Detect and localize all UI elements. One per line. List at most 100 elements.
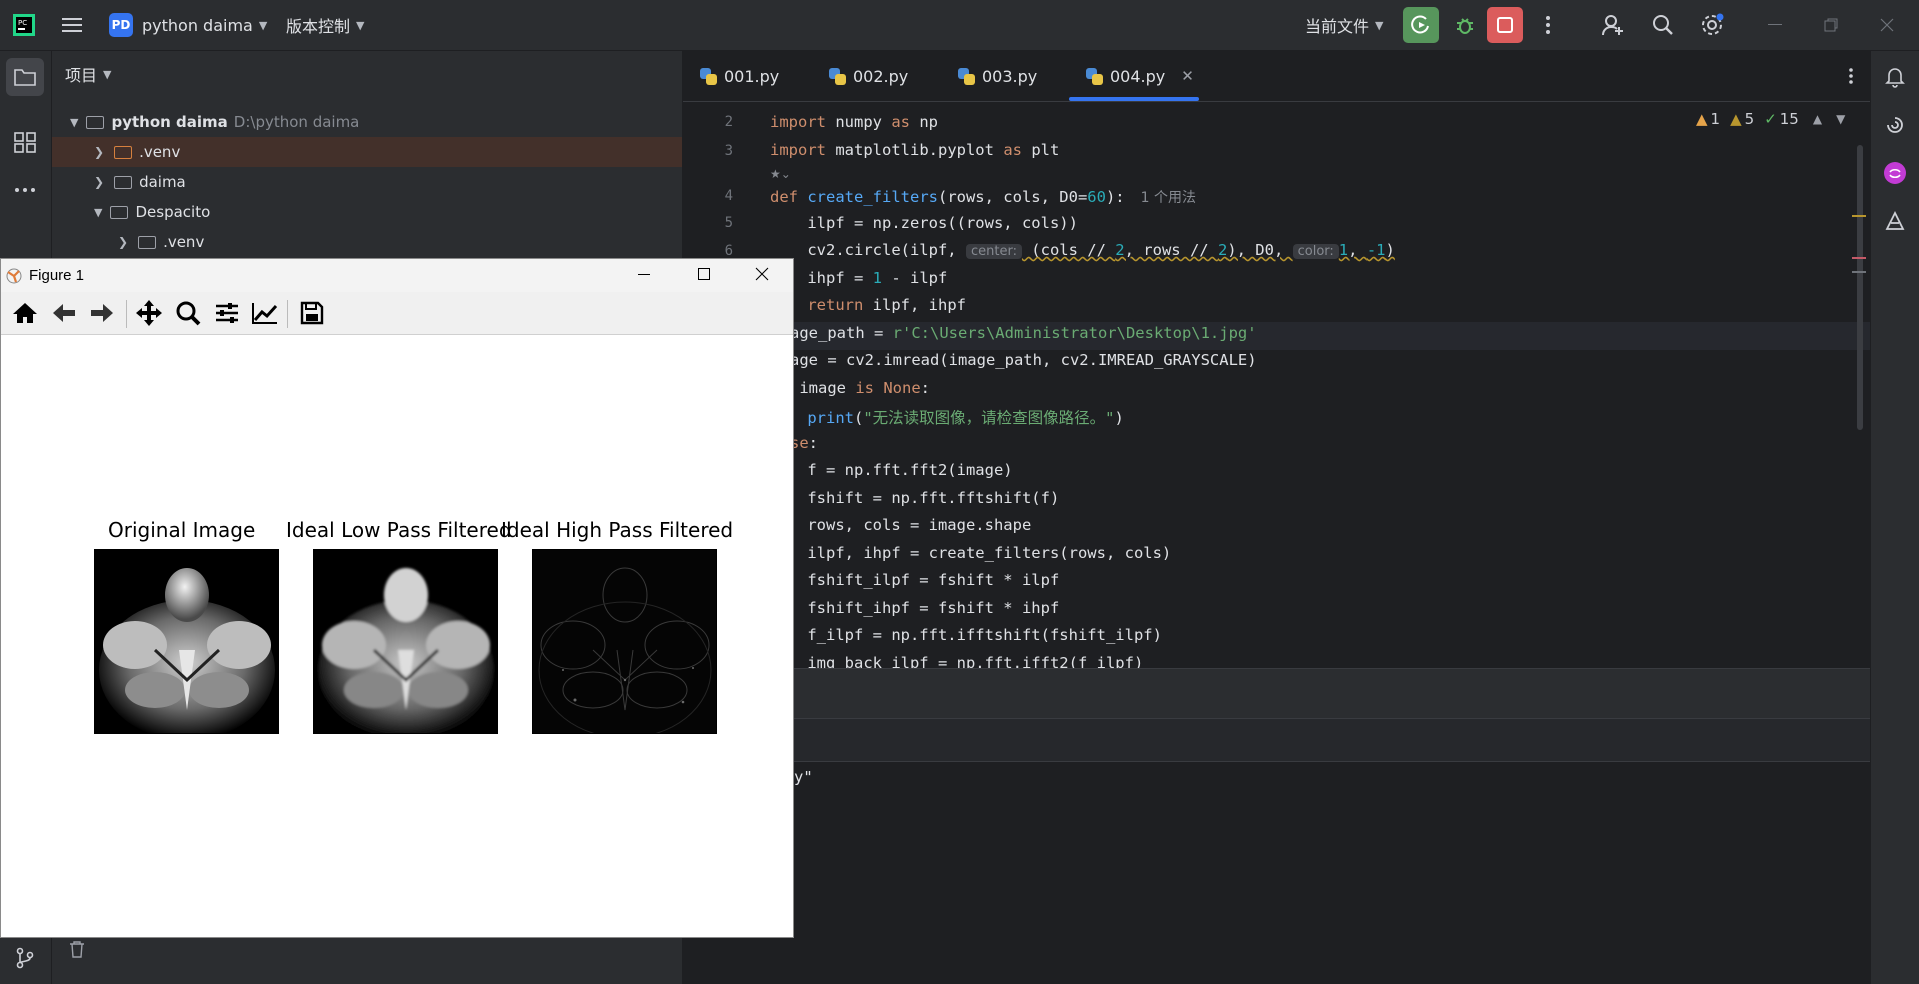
code-line[interactable]: f_ilpf = np.fft.ifftshift(fshift_ilpf) <box>770 626 1162 644</box>
title-bar: PC PD python daima ▼ 版本控制 ▼ 当前文件 ▼ <box>0 0 1919 51</box>
ai-assistant-icon[interactable]: ★⌄ <box>770 167 791 181</box>
code-line[interactable]: fshift_ihpf = fshift * ihpf <box>770 599 1059 617</box>
right-tool-strip <box>1870 51 1919 984</box>
notifications-icon[interactable] <box>1881 63 1909 91</box>
code-line[interactable]: fshift = np.fft.fftshift(f) <box>770 489 1059 507</box>
jetbrains-logo-icon[interactable]: PC <box>12 13 36 37</box>
project-panel-header[interactable]: 项目 ▼ <box>65 62 111 86</box>
figure-title-bar[interactable]: Figure 1 <box>1 259 793 292</box>
param-hint: center: <box>965 244 1022 259</box>
project-tool-button[interactable] <box>6 58 44 96</box>
active-tab-indicator <box>1069 97 1199 101</box>
plugin-logo-icon[interactable] <box>1881 159 1909 187</box>
stop-button[interactable] <box>1487 7 1523 43</box>
chevron-right-icon: ❯ <box>94 175 105 189</box>
debug-button[interactable] <box>1450 10 1480 40</box>
edit-axis-icon[interactable] <box>250 298 280 328</box>
minimize-icon[interactable] <box>1760 10 1790 40</box>
chevron-down-icon: ▼ <box>103 67 112 81</box>
tab-004[interactable]: 004.py ✕ <box>1086 51 1194 101</box>
chevron-down-icon[interactable]: ▼ <box>1836 112 1845 126</box>
add-user-icon[interactable] <box>1599 11 1627 39</box>
tree-item-venv[interactable]: ❯ .venv <box>52 137 682 167</box>
chevron-up-icon[interactable]: ▲ <box>1813 112 1822 126</box>
back-arrow-icon[interactable] <box>49 298 79 328</box>
zoom-icon[interactable] <box>173 298 203 328</box>
code-line[interactable]: ihpf = 1 - ilpf <box>770 269 947 287</box>
tree-item-root[interactable]: ▼ python daima D:\python daima <box>52 107 682 137</box>
code-line[interactable]: f = np.fft.fft2(image) <box>770 461 1012 479</box>
editor-scrollbar[interactable] <box>1857 145 1863 430</box>
home-icon[interactable] <box>10 298 40 328</box>
warning-icon: ▲ <box>1730 110 1742 128</box>
close-icon[interactable] <box>755 267 775 285</box>
usage-hint[interactable]: 1 个用法 <box>1141 190 1196 206</box>
error-marker[interactable] <box>1852 257 1866 259</box>
tree-item-label: python daima <box>111 113 228 131</box>
close-tab-icon[interactable]: ✕ <box>1181 67 1194 85</box>
subplot-title: Ideal High Pass Filtered <box>501 518 734 542</box>
pan-icon[interactable] <box>134 298 164 328</box>
folder-icon <box>14 69 36 86</box>
code-line[interactable]: return ilpf, ihpf <box>770 296 966 314</box>
ai-spiral-icon[interactable] <box>1881 111 1909 139</box>
tree-item-despacito[interactable]: ▼ Despacito <box>52 197 682 227</box>
tab-label: 003.py <box>982 66 1038 86</box>
code-line[interactable]: fshift_ilpf = fshift * ilpf <box>770 571 1059 589</box>
structure-icon[interactable] <box>10 127 40 157</box>
tree-item-despacito-venv[interactable]: ❯ .venv <box>52 227 682 257</box>
project-selector[interactable]: PD python daima ▼ <box>109 0 267 50</box>
weak-marker[interactable] <box>1852 271 1866 273</box>
low-pass-filtered-image[interactable] <box>313 549 498 734</box>
subplot-title: Original Image <box>108 518 256 542</box>
more-horiz-icon[interactable] <box>10 175 40 205</box>
code-line[interactable]: image is None: <box>790 379 930 397</box>
trash-icon[interactable] <box>64 936 90 962</box>
git-branch-icon[interactable] <box>10 943 40 973</box>
hamburger-menu-icon[interactable] <box>60 13 84 37</box>
high-pass-filtered-image[interactable] <box>532 549 717 734</box>
original-image[interactable] <box>94 549 279 734</box>
run-button[interactable] <box>1403 7 1439 43</box>
line-number: 3 <box>724 143 733 159</box>
close-icon[interactable] <box>1872 10 1902 40</box>
minimize-icon[interactable] <box>637 267 657 285</box>
tab-002[interactable]: 002.py <box>829 51 908 101</box>
code-line[interactable]: age_path = r'C:\Users\Administrator\Desk… <box>790 324 1257 342</box>
tab-003[interactable]: 003.py <box>958 51 1037 101</box>
settings-icon[interactable] <box>1698 11 1726 39</box>
code-line[interactable]: cv2.circle(ilpf, center: (cols // 2, row… <box>770 241 1395 259</box>
tab-001[interactable]: 001.py <box>700 51 779 101</box>
run-config-selector[interactable]: 当前文件 ▼ <box>1305 0 1383 50</box>
python-file-icon <box>829 67 846 85</box>
save-icon[interactable] <box>297 298 327 328</box>
matplotlib-figure-window[interactable]: Figure 1 Original Image Ideal Low Pass F… <box>0 258 794 938</box>
more-vert-icon[interactable] <box>1535 10 1561 40</box>
tab-label: 002.py <box>853 66 909 86</box>
code-line[interactable]: def create_filters(rows, cols, D0=60): 1 … <box>770 187 1196 207</box>
project-badge: PD <box>109 13 133 37</box>
tab-label: 004.py <box>1110 66 1166 86</box>
debug-icon <box>1457 18 1473 34</box>
code-line[interactable]: import numpy as np <box>770 113 938 131</box>
search-icon[interactable] <box>1649 11 1677 39</box>
code-line[interactable]: rows, cols = image.shape <box>770 516 1031 534</box>
tree-item-daima[interactable]: ❯ daima <box>52 167 682 197</box>
code-line[interactable]: ilpf = np.zeros((rows, cols)) <box>770 214 1078 232</box>
inspection-widget[interactable]: ▲ 1 ▲ 5 ✓ 15 ▲ ▼ <box>1696 110 1845 128</box>
restore-icon[interactable] <box>1816 10 1846 40</box>
code-line[interactable]: import matplotlib.pyplot as plt <box>770 141 1059 159</box>
chevron-down-icon: ▼ <box>258 18 268 32</box>
code-line[interactable]: print("无法读取图像，请检查图像路径。") <box>770 406 1124 428</box>
configure-subplots-icon[interactable] <box>212 298 242 328</box>
more-vert-icon[interactable] <box>1838 63 1864 89</box>
assistant-icon[interactable] <box>1881 207 1909 235</box>
maximize-icon[interactable] <box>697 267 717 285</box>
vcs-menu[interactable]: 版本控制 ▼ <box>286 0 364 50</box>
code-line[interactable]: se: <box>790 434 818 452</box>
forward-arrow-icon[interactable] <box>87 298 117 328</box>
warning-marker[interactable] <box>1852 215 1866 217</box>
code-line[interactable]: img_back_ilpf = np.fft.ifft2(f_ilpf) <box>770 654 1143 668</box>
code-line[interactable]: age = cv2.imread(image_path, cv2.IMREAD_… <box>790 351 1257 369</box>
code-line[interactable]: ilpf, ihpf = create_filters(rows, cols) <box>770 544 1171 562</box>
